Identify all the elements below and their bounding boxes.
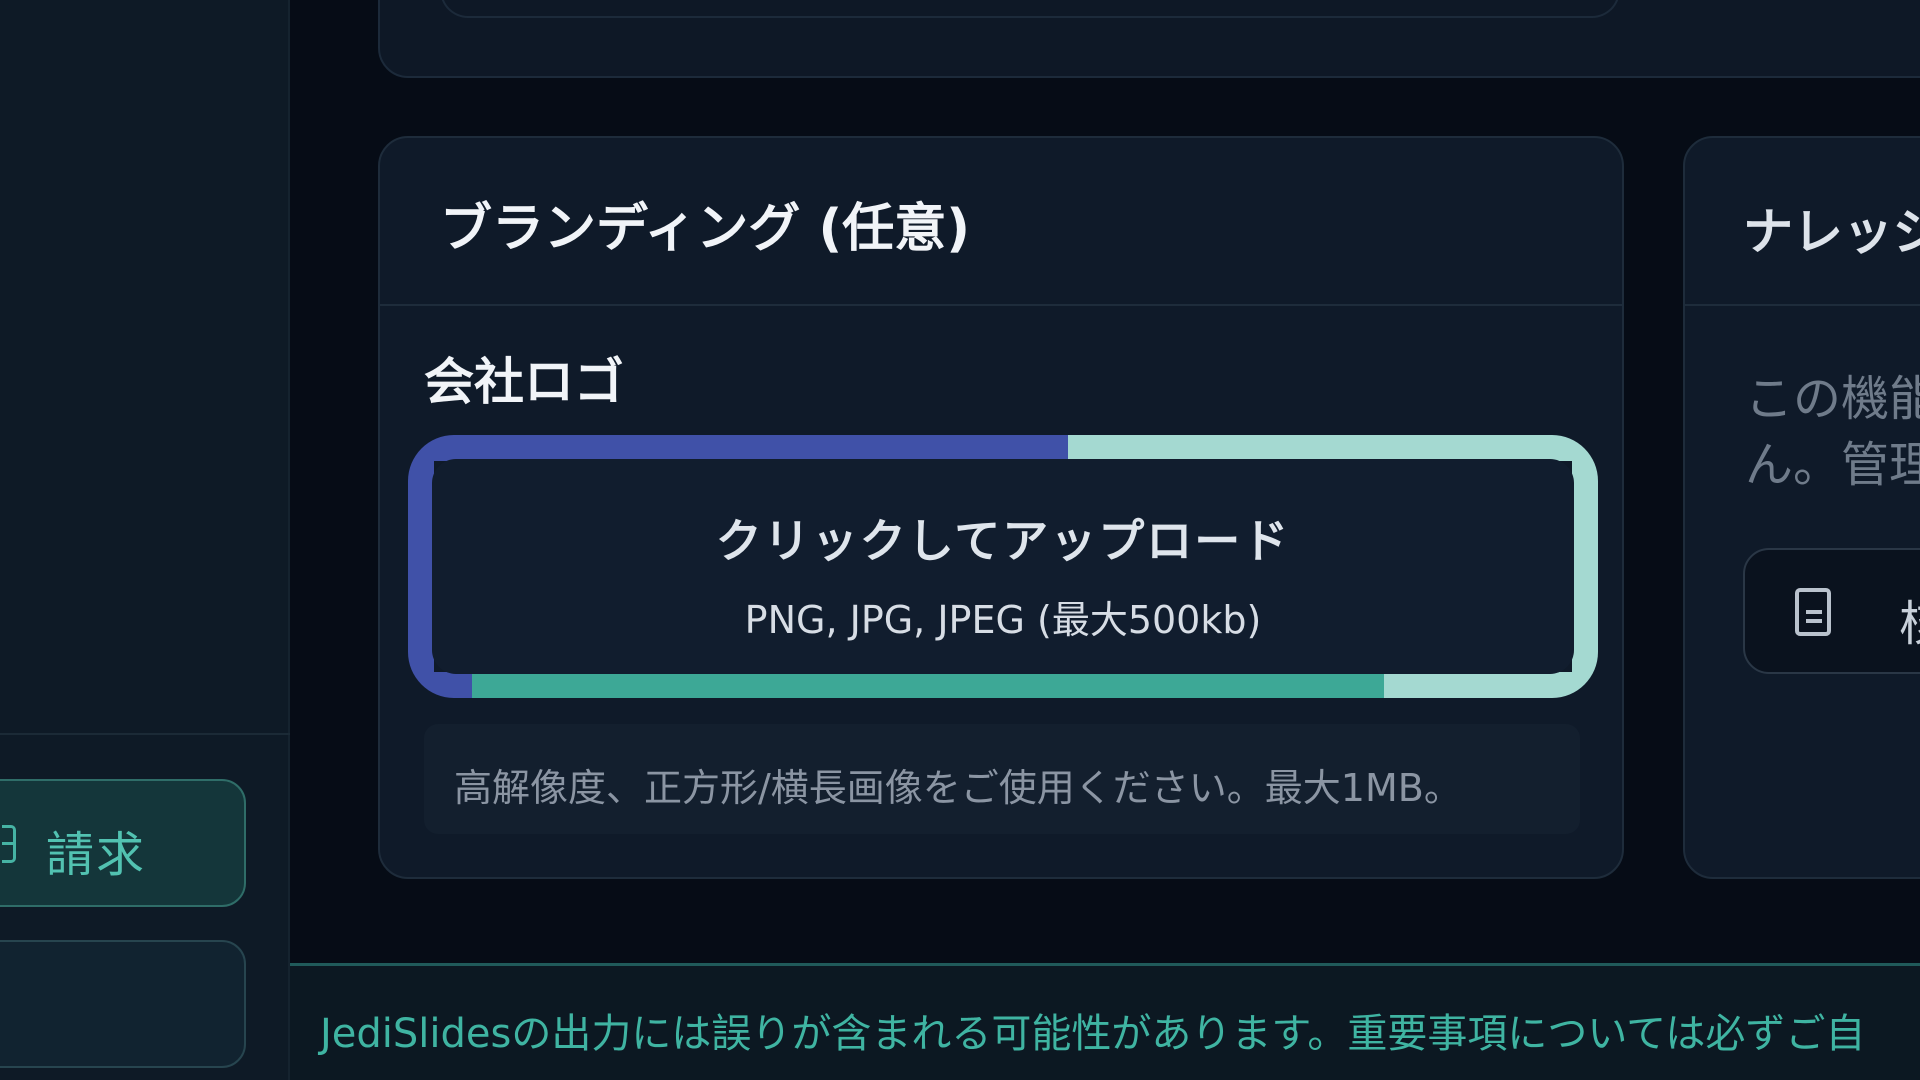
sidebar-item-billing[interactable]: 請求 bbox=[0, 779, 246, 907]
sidebar-divider bbox=[0, 733, 290, 735]
previous-card-inner-field bbox=[440, 0, 1620, 18]
company-logo-label: 会社ロゴ bbox=[424, 353, 624, 411]
logo-help-text: 高解像度、正方形/横長画像をご使用ください。最大1MB。 bbox=[454, 766, 1462, 810]
footer-disclaimer-text: JediSlidesの出力には誤りが含まれる可能性があります。重要事項については… bbox=[320, 1011, 1866, 1057]
branding-card: ブランディング (任意) 会社ロゴ クリックしてアップロード PNG, JPG,… bbox=[378, 136, 1624, 879]
knowledge-card: ナレッジ この機能 ん。管理 核 bbox=[1683, 136, 1920, 879]
knowledge-card-title: ナレッジ bbox=[1743, 203, 1920, 261]
app-root: 請求 ブランディング (任意) 会社ロゴ クリックしてアップロード PNG, J… bbox=[0, 0, 1920, 1080]
knowledge-file-button-label: 核 bbox=[1899, 584, 1920, 654]
branding-card-header: ブランディング (任意) bbox=[380, 138, 1622, 306]
sidebar: 請求 bbox=[0, 0, 290, 1080]
knowledge-card-description: この機能 ん。管理 bbox=[1745, 366, 1920, 498]
file-icon bbox=[1795, 588, 1831, 636]
upload-title: クリックしてアップロード bbox=[715, 514, 1291, 568]
previous-card bbox=[378, 0, 1920, 78]
sidebar-item-label: 請求 bbox=[46, 827, 147, 883]
knowledge-desc-line-1: この機能 bbox=[1745, 371, 1920, 427]
knowledge-file-button[interactable]: 核 bbox=[1743, 548, 1920, 674]
footer-disclaimer: JediSlidesの出力には誤りが含まれる可能性があります。重要事項については… bbox=[290, 963, 1920, 1080]
knowledge-card-header: ナレッジ bbox=[1685, 138, 1920, 306]
sidebar-item-secondary[interactable] bbox=[0, 940, 246, 1068]
upload-box[interactable]: クリックしてアップロード PNG, JPG, JPEG (最大500kb) bbox=[432, 459, 1574, 674]
branding-card-title: ブランディング (任意) bbox=[440, 199, 970, 259]
upload-format-hint: PNG, JPG, JPEG (最大500kb) bbox=[744, 598, 1262, 642]
knowledge-desc-line-2: ん。管理 bbox=[1745, 437, 1920, 493]
logo-upload-dropzone[interactable]: クリックしてアップロード PNG, JPG, JPEG (最大500kb) bbox=[408, 435, 1598, 698]
logo-help-box: 高解像度、正方形/横長画像をご使用ください。最大1MB。 bbox=[424, 724, 1580, 834]
billing-icon bbox=[2, 825, 16, 863]
